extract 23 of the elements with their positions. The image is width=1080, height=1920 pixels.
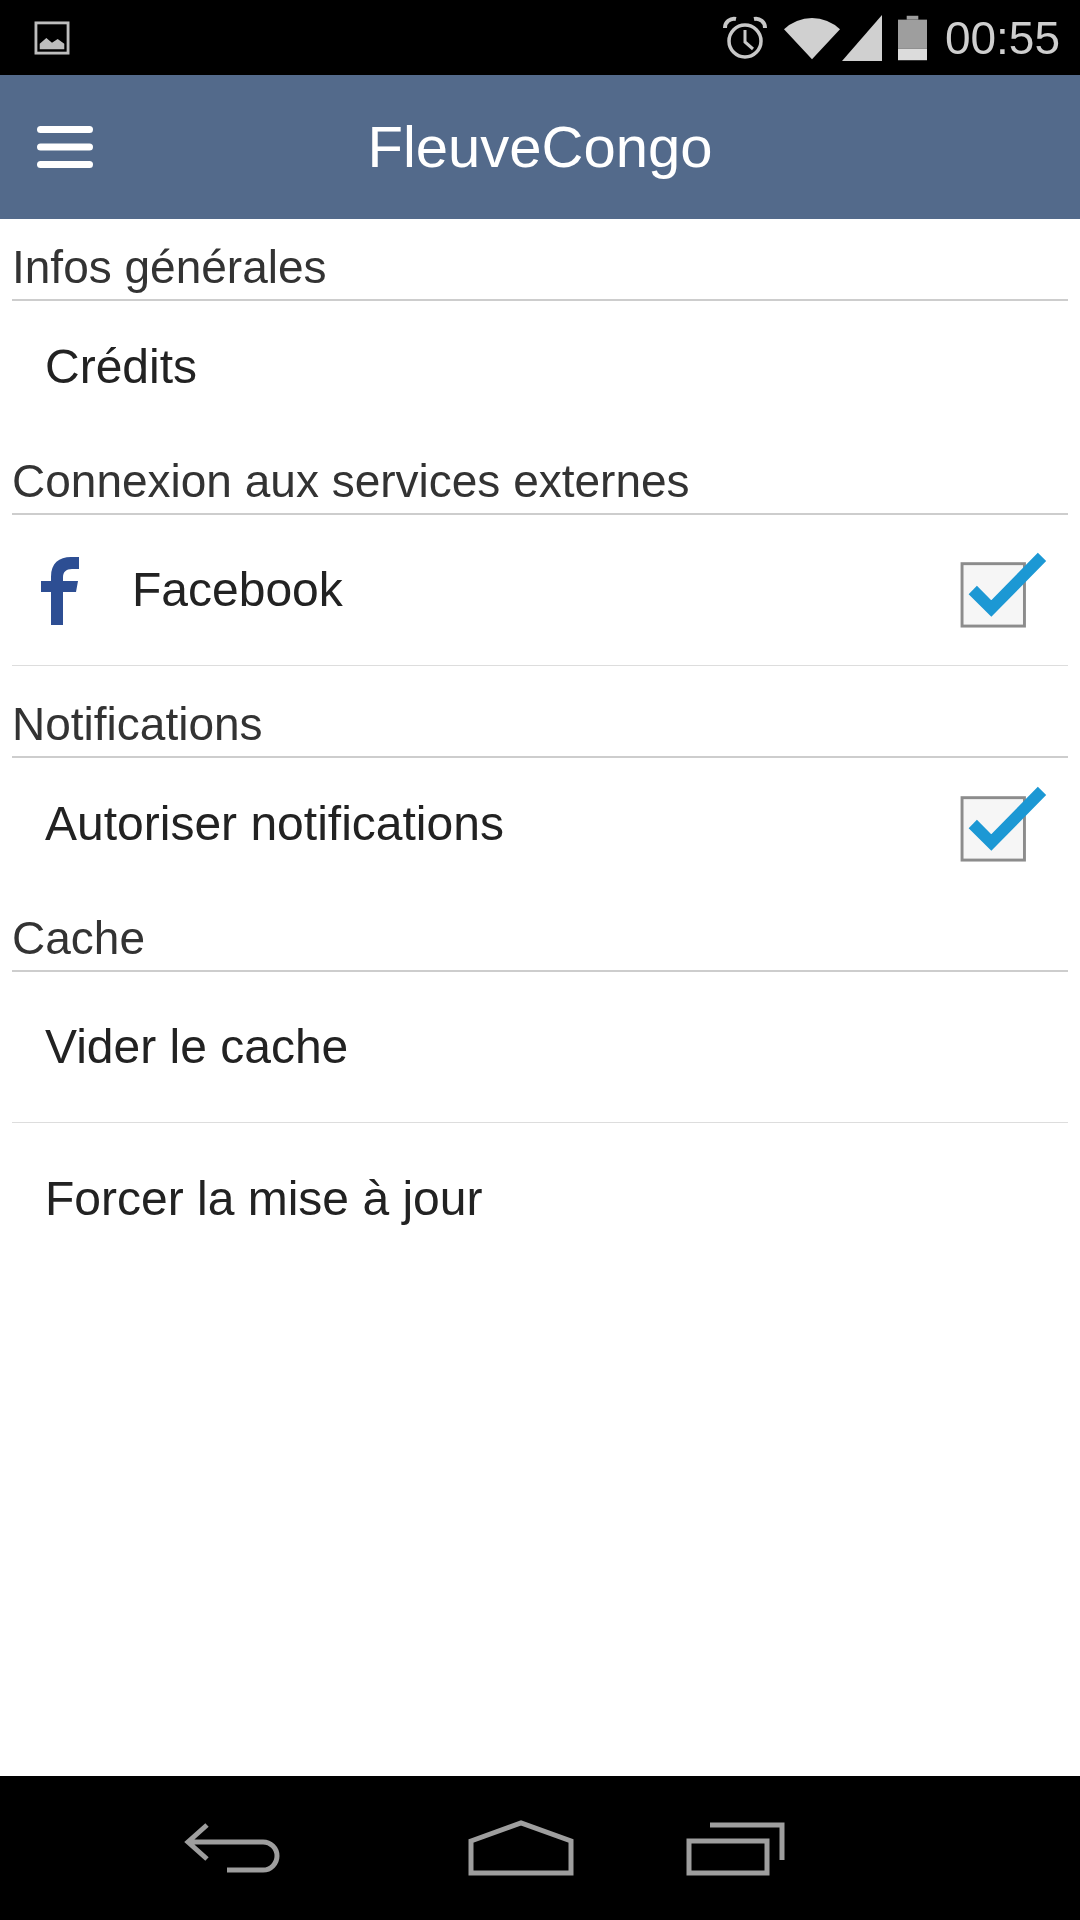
battery-icon [897, 14, 927, 61]
checkbox[interactable] [959, 551, 1047, 629]
home-icon[interactable] [468, 1820, 574, 1876]
settings-item[interactable]: Vider le cache [45, 1019, 349, 1075]
settings-item[interactable]: Crédits [45, 339, 198, 395]
settings-item[interactable]: Autoriser notifications [45, 796, 504, 852]
section-header: Notifications [12, 698, 263, 750]
checkbox[interactable] [959, 785, 1047, 863]
wifi-icon [783, 15, 840, 60]
facebook-logo-icon [41, 555, 81, 625]
menu-icon[interactable] [37, 126, 93, 168]
section-header: Infos générales [12, 241, 327, 293]
status-time: 00:55 [944, 12, 1060, 63]
app-title: FleuveCongo [367, 113, 713, 181]
signal-icon [841, 14, 882, 61]
back-icon[interactable] [183, 1823, 281, 1873]
alarm-clock-icon [721, 15, 768, 60]
image-icon [34, 20, 70, 55]
settings-item[interactable]: Facebook [132, 562, 343, 618]
section-header: Cache [12, 912, 145, 964]
recent-apps-icon[interactable] [686, 1820, 786, 1876]
section-header: Connexion aux services externes [12, 455, 690, 507]
settings-item[interactable]: Forcer la mise à jour [45, 1171, 483, 1227]
